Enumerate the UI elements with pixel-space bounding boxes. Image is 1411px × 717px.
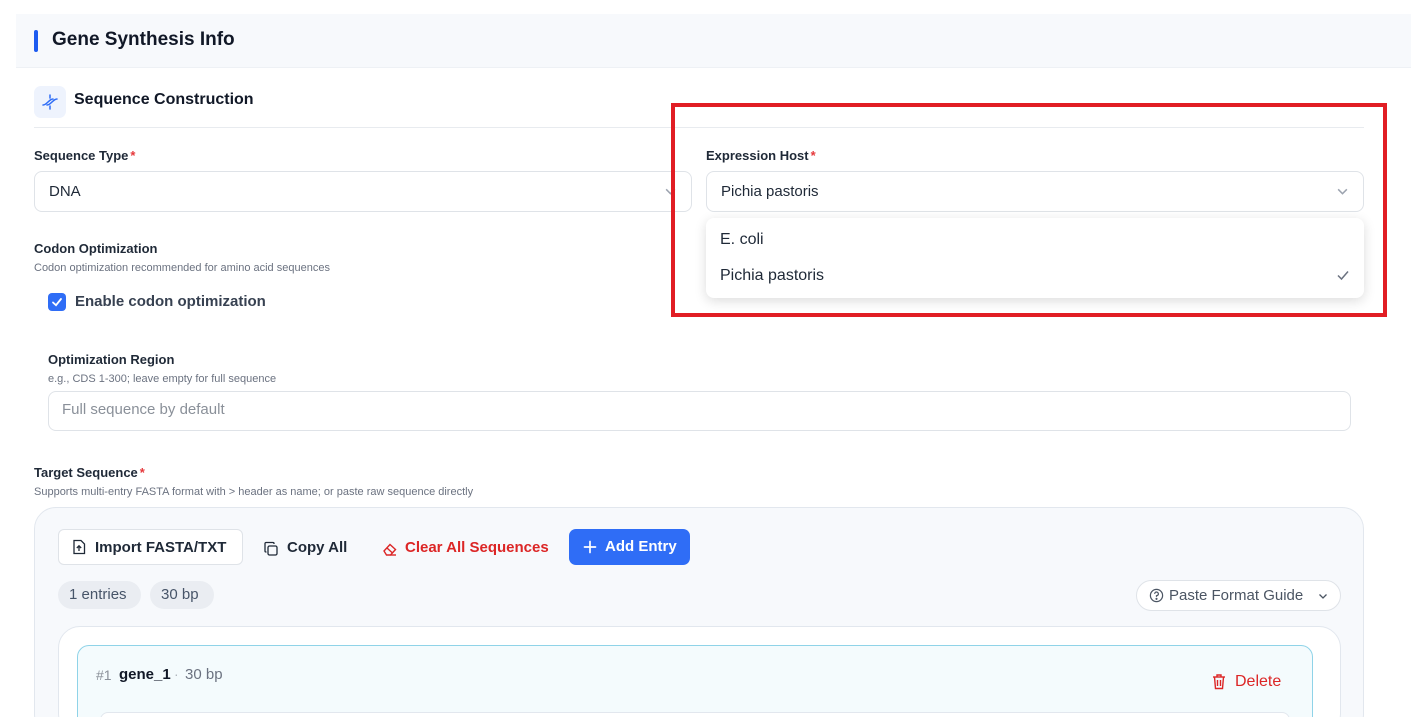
required-mark: *: [139, 465, 145, 480]
bp-count: 30 bp: [161, 586, 199, 603]
add-entry-button[interactable]: Add Entry: [569, 529, 690, 565]
expression-host-label: Expression Host *: [706, 148, 816, 163]
optimization-region-field[interactable]: [48, 391, 1351, 431]
optimization-region-label: Optimization Region: [48, 352, 175, 367]
delete-button-label: Delete: [1235, 673, 1282, 690]
paste-guide-label: Paste Format Guide: [1169, 587, 1304, 604]
expression-host-dropdown: E. coli Pichia pastoris: [706, 218, 1364, 298]
delete-entry-button[interactable]: Delete: [1208, 670, 1288, 694]
eraser-icon: [383, 543, 397, 556]
target-sequence-label: Target Sequence *: [34, 465, 145, 480]
entry-length: 30 bp: [185, 666, 223, 683]
target-sequence-label-text: Target Sequence: [34, 465, 138, 480]
entry-name[interactable]: gene_1: [119, 666, 171, 683]
entry-separator: ·: [174, 666, 179, 682]
sequence-entry-card: [77, 645, 1313, 717]
codon-optimization-hint: Codon optimization recommended for amino…: [34, 262, 330, 274]
file-upload-icon: [73, 539, 86, 555]
dropdown-option-e-coli[interactable]: E. coli: [706, 223, 1364, 257]
add-button-label: Add Entry: [605, 538, 677, 555]
expression-host-value: Pichia pastoris: [721, 183, 819, 200]
clear-button-label: Clear All Sequences: [405, 539, 549, 556]
expression-host-select[interactable]: Pichia pastoris: [706, 171, 1364, 212]
checkmark-icon: [1337, 271, 1349, 281]
required-mark: *: [130, 148, 136, 163]
section-title: Sequence Construction: [74, 91, 254, 108]
paste-format-guide-toggle[interactable]: Paste Format Guide: [1136, 580, 1341, 611]
sequence-textarea[interactable]: [100, 712, 1290, 717]
sequence-type-select[interactable]: DNA: [34, 171, 692, 212]
entry-index: #1: [96, 667, 112, 683]
chevron-down-icon: [665, 188, 676, 195]
page-title: Gene Synthesis Info: [52, 29, 235, 50]
section-divider: [34, 127, 1364, 128]
page-header: Gene Synthesis Info: [16, 14, 1411, 68]
codon-optimization-checkbox[interactable]: [48, 293, 66, 311]
required-mark: *: [810, 148, 816, 163]
codon-optimization-checkbox-label[interactable]: Enable codon optimization: [75, 293, 266, 310]
import-fasta-button[interactable]: Import FASTA/TXT: [58, 529, 243, 565]
option-label: Pichia pastoris: [720, 267, 825, 284]
option-label: E. coli: [720, 231, 764, 248]
plus-icon: [583, 540, 597, 554]
copy-icon: [264, 541, 278, 556]
chevron-down-icon: [1319, 594, 1327, 599]
trash-icon: [1213, 674, 1225, 690]
header-accent-bar: [34, 30, 38, 52]
optimization-region-hint: e.g., CDS 1-300; leave empty for full se…: [48, 373, 277, 385]
copy-button-label: Copy All: [287, 539, 348, 556]
entries-count-badge: 1 entries: [58, 581, 141, 609]
clear-all-button[interactable]: Clear All Sequences: [378, 530, 556, 566]
optimization-region-input[interactable]: [62, 401, 1332, 418]
expression-host-label-text: Expression Host: [706, 148, 809, 163]
codon-optimization-label: Codon Optimization: [34, 241, 158, 256]
dropdown-option-pichia-pastoris[interactable]: Pichia pastoris: [706, 259, 1364, 293]
bp-count-badge: 30 bp: [150, 581, 214, 609]
checkmark-icon: [52, 298, 62, 307]
chevron-down-icon: [1337, 188, 1348, 195]
sequence-type-value: DNA: [49, 183, 81, 200]
copy-all-button[interactable]: Copy All: [260, 530, 360, 566]
help-circle-icon: [1149, 588, 1164, 603]
import-button-label: Import FASTA/TXT: [95, 539, 227, 556]
dna-icon: [34, 86, 66, 118]
target-sequence-hint: Supports multi-entry FASTA format with >…: [34, 486, 474, 498]
sequence-type-label-text: Sequence Type: [34, 148, 129, 163]
entries-count: 1 entries: [69, 586, 127, 603]
sequence-type-label: Sequence Type *: [34, 148, 135, 163]
